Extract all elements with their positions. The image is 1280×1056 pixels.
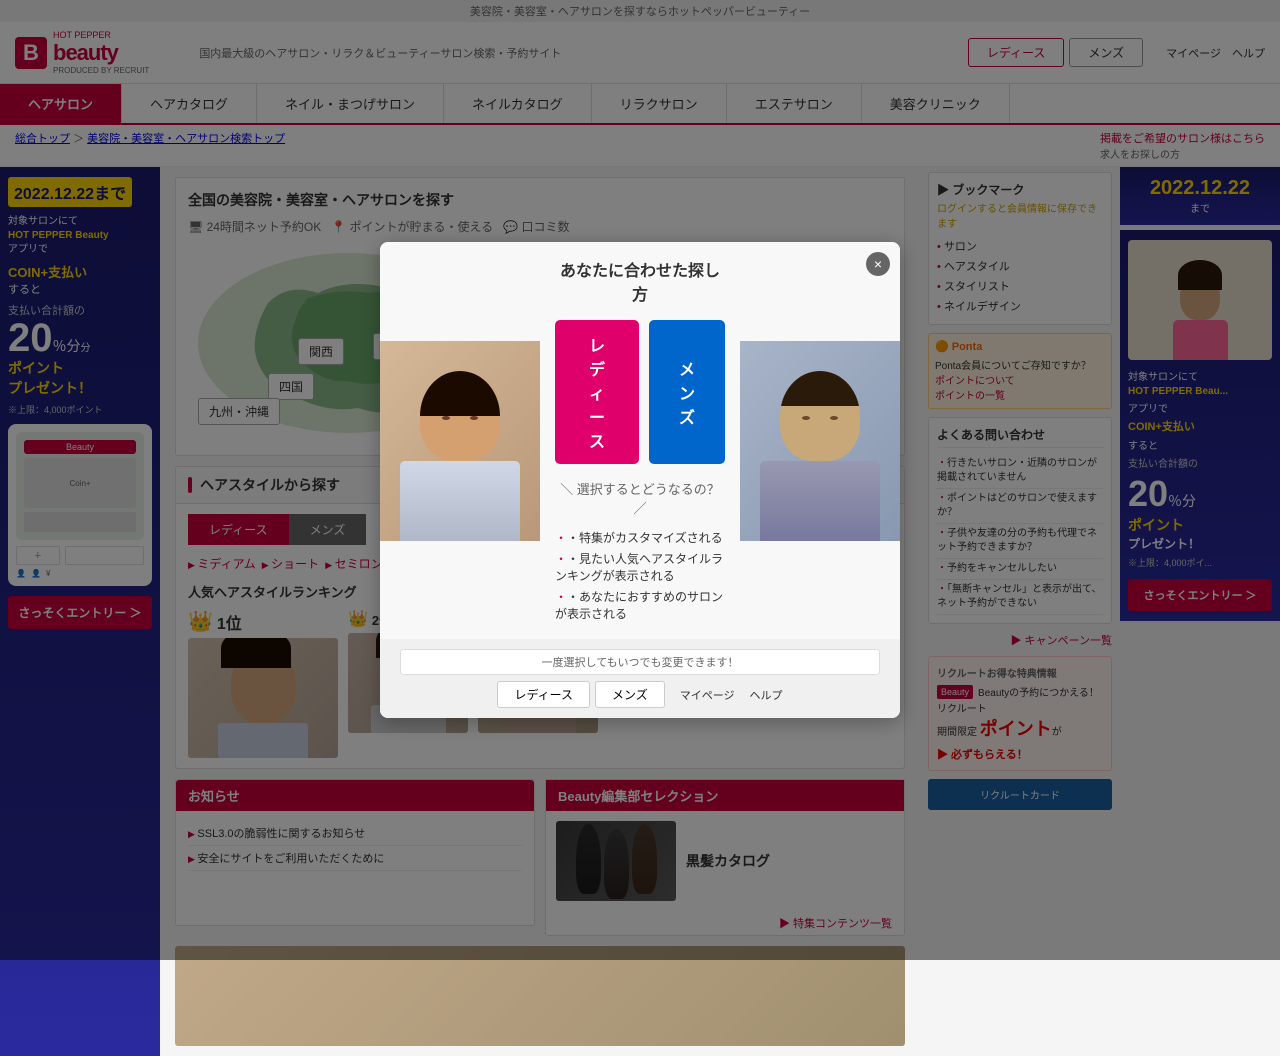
modal-subtitle: ＼ 選択するとどうなるの？ ／ xyxy=(555,479,725,517)
modal-bottom-nav: レディース メンズ マイページ ヘルプ xyxy=(400,681,880,708)
modal-center-content: あなたに合わせた探し方 レディース メンズ ＼ 選択するとどうなるの？ ／ ・特… xyxy=(540,242,740,639)
modal-ladies-button[interactable]: レディース xyxy=(555,320,639,464)
modal-top-section: あなたに合わせた探し方 レディース メンズ ＼ 選択するとどうなるの？ ／ ・特… xyxy=(380,242,900,639)
bottom-beauty-images xyxy=(175,946,905,1046)
modal-bottom-section: 一度選択してもいつでも変更できます！ レディース メンズ マイページ ヘルプ xyxy=(380,639,900,718)
modal-bottom-tabs: レディース メンズ xyxy=(497,681,664,708)
modal-benefit-1: ・特集がカスタマイズされる xyxy=(555,527,725,548)
gender-selection-modal: × あなたに xyxy=(380,242,900,718)
modal-bottom-content: 一度選択してもいつでも変更できます！ レディース メンズ マイページ ヘルプ xyxy=(400,649,880,708)
modal-bottom-links: マイページ ヘルプ xyxy=(680,687,783,703)
modal-mypage-link[interactable]: マイページ xyxy=(680,687,735,703)
modal-title: あなたに合わせた探し方 xyxy=(555,257,725,305)
modal-man-image xyxy=(740,341,900,541)
modal-benefit-3: ・あなたにおすすめのサロンが表示される xyxy=(555,586,725,624)
modal-help-link[interactable]: ヘルプ xyxy=(750,687,783,703)
modal-bottom-mens-btn[interactable]: メンズ xyxy=(595,681,665,708)
modal-overlay[interactable]: × あなたに xyxy=(0,0,1280,960)
modal-hint-text: 一度選択してもいつでも変更できます！ xyxy=(400,649,880,675)
modal-bottom-ladies-btn[interactable]: レディース xyxy=(497,681,590,708)
modal-benefit-2: ・見たい人気ヘアスタイルランキングが表示される xyxy=(555,548,725,586)
modal-choice-buttons: レディース メンズ xyxy=(555,320,725,464)
beauty-img-1 xyxy=(175,946,905,1046)
modal-close-button[interactable]: × xyxy=(866,252,890,276)
modal-benefits-list: ・特集がカスタマイズされる ・見たい人気ヘアスタイルランキングが表示される ・あ… xyxy=(555,527,725,624)
modal-mens-button[interactable]: メンズ xyxy=(649,320,725,464)
modal-lady-image xyxy=(380,341,540,541)
